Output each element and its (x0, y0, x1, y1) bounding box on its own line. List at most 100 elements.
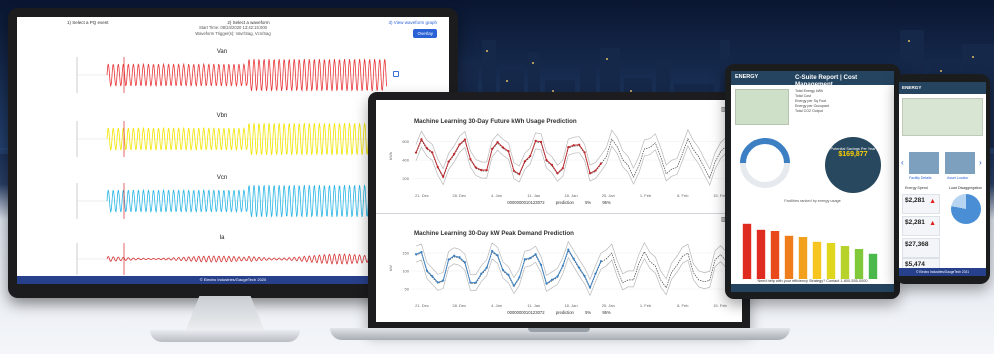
legend-95pct[interactable]: 95% (602, 310, 610, 315)
legend-95pct[interactable]: 95% (602, 200, 610, 205)
prediction-line (415, 249, 727, 290)
actual-point (420, 138, 423, 141)
actual-point (507, 149, 510, 153)
cost-value: $2,281 (905, 219, 925, 226)
tablet: ENERGY C-Suite Report | Cost Management … (725, 64, 900, 299)
y-tick-label: 100 (402, 269, 409, 274)
step-3-link[interactable]: 3) View waveform graph (389, 20, 437, 25)
actual-point (442, 279, 445, 282)
actual-point (534, 139, 537, 142)
cost-card: $2,281 ▲ (902, 194, 940, 214)
kw-chart: 150 100 50 kW 21. Dec 28. Dec 4. Jan 11. Jan 18.… (388, 240, 730, 308)
actual-point (469, 281, 472, 284)
actual-point (545, 159, 548, 162)
x-tick-label: 4. Jan (491, 303, 502, 308)
energy-logo: ENERGY (902, 85, 922, 90)
legend-actual[interactable]: 0000000010123072 (507, 200, 544, 205)
actual-point (431, 151, 434, 154)
prev-arrow-icon[interactable]: ‹ (901, 158, 904, 167)
waveform-plot (76, 183, 387, 219)
actual-point (425, 147, 428, 150)
kwh-prediction-panel: ▥ ▦ Machine Learning 30-Day Future kWh U… (376, 100, 742, 212)
c-suite-report-screen: ENERGY C-Suite Report | Cost Management … (731, 71, 894, 292)
actual-point (523, 160, 526, 163)
actual-point (452, 152, 456, 156)
legend-5pct[interactable]: 5% (585, 200, 591, 205)
actual-point (501, 268, 505, 272)
y-axis-label: kWh (388, 152, 393, 160)
facility-bar (770, 231, 780, 279)
laptop: ▥ ▦ Machine Learning 30-Day Future kWh U… (368, 92, 750, 330)
waveform-plot (76, 57, 387, 93)
actual-point (458, 143, 461, 146)
actual-point (572, 144, 575, 147)
asset-caption[interactable]: Asset Locator (947, 176, 968, 180)
report-header: ENERGY C-Suite Report | Cost Management (731, 71, 894, 88)
cost-value: $27,368 (905, 241, 929, 248)
legend-prediction[interactable]: prediction (556, 310, 574, 315)
actual-point (578, 266, 581, 269)
actual-point (480, 168, 483, 172)
actual-point (561, 264, 564, 267)
kwh-chart-title: Machine Learning 30-Day Future kWh Usage… (414, 118, 577, 125)
kwh-legend: 0000000010123072 prediction 5% 95% (376, 200, 742, 205)
help-message[interactable]: Need help with your efficiency Strategy?… (731, 279, 894, 283)
actual-point (539, 140, 543, 144)
actual-point (474, 281, 477, 284)
actual-point (545, 282, 548, 285)
facility-bar (840, 246, 850, 279)
actual-point (567, 145, 570, 149)
phone: ENERGY ‹ › Facility Details Asset Locato… (895, 74, 990, 284)
cost-card: $2,281 ▲ (902, 216, 940, 236)
x-tick-label: 15. Feb (713, 303, 727, 308)
waveform-vbn: Vbn (57, 113, 387, 159)
facility-bar (756, 229, 766, 279)
kw-chart-title: Machine Learning 30-Day kW Peak Demand P… (414, 230, 574, 237)
x-tick-label: 8. Feb (677, 193, 689, 198)
legend-prediction[interactable]: prediction (556, 200, 574, 205)
facility-stats: Total Energy kWh Total Cost Energy per S… (795, 89, 891, 114)
waveform-plot (76, 243, 387, 275)
actual-point (523, 258, 526, 261)
monitor-stand-base (150, 330, 300, 342)
x-tick-label: 21. Dec (415, 303, 429, 308)
actual-point (578, 143, 581, 146)
x-tick-label: 1. Feb (640, 193, 652, 198)
facility-bar (826, 243, 836, 279)
y-tick-label: 400 (402, 158, 409, 163)
asset-photo[interactable] (945, 152, 975, 174)
ml-prediction-screen: ▥ ▦ Machine Learning 30-Day Future kWh U… (376, 100, 742, 322)
actual-point (567, 248, 570, 251)
location-map[interactable] (902, 98, 983, 136)
step-1-link[interactable]: 1) Select a PQ event (67, 20, 109, 25)
x-tick-label: 4. Jan (491, 193, 502, 198)
y-tick-label: 50 (405, 287, 410, 292)
actual-point (485, 266, 488, 269)
x-tick-label: 1. Feb (640, 303, 652, 308)
actual-point (414, 151, 418, 154)
actual-point (529, 154, 532, 158)
facility-bar (812, 241, 822, 279)
facility-bar (854, 249, 864, 279)
legend-5pct[interactable]: 5% (585, 310, 591, 315)
legend-actual[interactable]: 0000000010123072 (507, 310, 544, 315)
actual-point (583, 274, 586, 277)
band-5-line (415, 256, 727, 297)
actual-point (480, 272, 483, 275)
tablet-footer (731, 284, 894, 292)
actual-point (518, 172, 521, 176)
actual-point (599, 162, 603, 165)
next-arrow-icon[interactable]: › (979, 158, 982, 167)
actual-point (512, 284, 515, 287)
facility-photo[interactable] (909, 152, 939, 174)
actual-point (496, 141, 499, 144)
actual-point (458, 256, 461, 259)
overlay-button[interactable]: Overlay (413, 29, 437, 38)
actual-point (463, 138, 467, 141)
kw-legend: 0000000010123072 prediction 5% 95% (376, 310, 742, 315)
mobile-header: ENERGY (899, 82, 986, 94)
channel-checkbox[interactable] (393, 71, 399, 77)
load-pie-chart (951, 194, 981, 224)
facility-map[interactable] (735, 89, 789, 125)
facility-caption[interactable]: Facility Details (909, 176, 932, 180)
